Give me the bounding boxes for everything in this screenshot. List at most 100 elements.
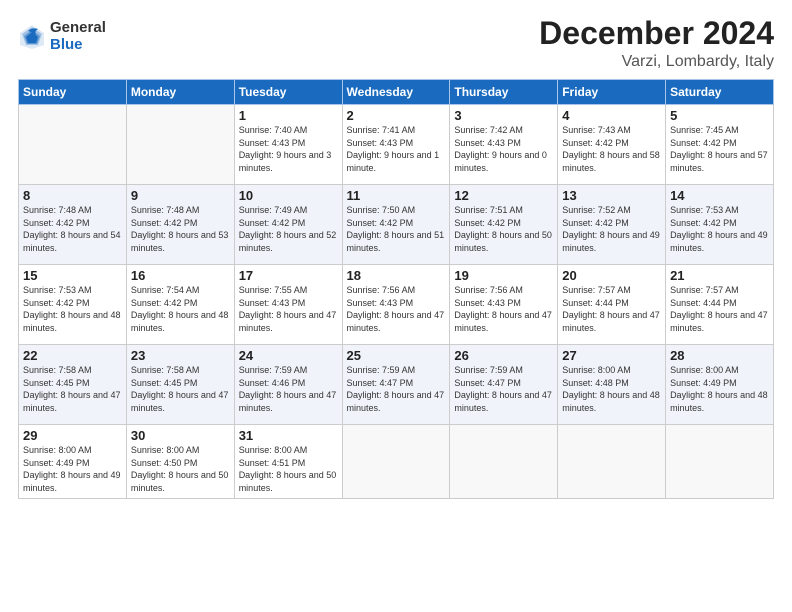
table-cell (450, 425, 558, 498)
table-cell: 29 Sunrise: 8:00 AM Sunset: 4:49 PM Dayli… (19, 425, 127, 498)
day-number: 9 (131, 188, 230, 203)
day-info: Sunrise: 7:48 AM Sunset: 4:42 PM Dayligh… (23, 205, 121, 253)
col-thursday: Thursday (450, 80, 558, 105)
day-info: Sunrise: 7:42 AM Sunset: 4:43 PM Dayligh… (454, 125, 547, 173)
day-number: 27 (562, 348, 661, 363)
day-number: 21 (670, 268, 769, 283)
day-info: Sunrise: 8:00 AM Sunset: 4:48 PM Dayligh… (562, 365, 660, 413)
table-cell (666, 425, 774, 498)
day-info: Sunrise: 7:56 AM Sunset: 4:43 PM Dayligh… (347, 285, 445, 333)
day-number: 19 (454, 268, 553, 283)
table-cell: 21 Sunrise: 7:57 AM Sunset: 4:44 PM Dayli… (666, 265, 774, 345)
day-number: 16 (131, 268, 230, 283)
table-cell: 10 Sunrise: 7:49 AM Sunset: 4:42 PM Dayli… (234, 185, 342, 265)
day-number: 2 (347, 108, 446, 123)
day-info: Sunrise: 7:57 AM Sunset: 4:44 PM Dayligh… (562, 285, 660, 333)
table-cell: 26 Sunrise: 7:59 AM Sunset: 4:47 PM Dayli… (450, 345, 558, 425)
calendar-table: Sunday Monday Tuesday Wednesday Thursday… (18, 79, 774, 498)
day-number: 30 (131, 428, 230, 443)
table-cell: 23Sunrise: 7:58 AM Sunset: 4:45 PM Dayli… (126, 345, 234, 425)
calendar-body: 1 Sunrise: 7:40 AM Sunset: 4:43 PM Daylig… (19, 105, 774, 498)
day-info: Sunrise: 7:57 AM Sunset: 4:44 PM Dayligh… (670, 285, 768, 333)
calendar-header: Sunday Monday Tuesday Wednesday Thursday… (19, 80, 774, 105)
col-wednesday: Wednesday (342, 80, 450, 105)
day-info: Sunrise: 7:59 AM Sunset: 4:47 PM Dayligh… (454, 365, 552, 413)
day-info: Sunrise: 7:58 AM Sunset: 4:45 PM Dayligh… (131, 365, 229, 413)
table-cell: 20 Sunrise: 7:57 AM Sunset: 4:44 PM Dayli… (558, 265, 666, 345)
table-cell: 28 Sunrise: 8:00 AM Sunset: 4:49 PM Dayli… (666, 345, 774, 425)
day-number: 31 (239, 428, 338, 443)
table-cell: 5Sunrise: 7:45 AM Sunset: 4:42 PM Daylig… (666, 105, 774, 185)
day-number: 28 (670, 348, 769, 363)
day-number: 17 (239, 268, 338, 283)
day-info: Sunrise: 7:54 AM Sunset: 4:42 PM Dayligh… (131, 285, 229, 333)
day-number: 25 (347, 348, 446, 363)
day-number: 26 (454, 348, 553, 363)
day-number: 24 (239, 348, 338, 363)
day-number: 14 (670, 188, 769, 203)
day-number: 18 (347, 268, 446, 283)
day-number: 1 (239, 108, 338, 123)
day-number: 13 (562, 188, 661, 203)
logo-text: General Blue (50, 20, 106, 53)
table-cell (342, 425, 450, 498)
table-cell: 8 Sunrise: 7:48 AM Sunset: 4:42 PM Daylig… (19, 185, 127, 265)
day-info: Sunrise: 7:55 AM Sunset: 4:43 PM Dayligh… (239, 285, 337, 333)
day-info: Sunrise: 7:56 AM Sunset: 4:43 PM Dayligh… (454, 285, 552, 333)
day-number: 8 (23, 188, 122, 203)
table-cell: 22Sunrise: 7:58 AM Sunset: 4:45 PM Dayli… (19, 345, 127, 425)
table-cell: 14Sunrise: 7:53 AM Sunset: 4:42 PM Dayli… (666, 185, 774, 265)
table-cell: 9 Sunrise: 7:48 AM Sunset: 4:42 PM Daylig… (126, 185, 234, 265)
day-number: 29 (23, 428, 122, 443)
title-block: December 2024 Varzi, Lombardy, Italy (539, 16, 774, 71)
header: General Blue December 2024 Varzi, Lombar… (18, 16, 774, 71)
logo: General Blue (18, 20, 106, 53)
table-cell: 16 Sunrise: 7:54 AM Sunset: 4:42 PM Dayli… (126, 265, 234, 345)
table-cell: 30 Sunrise: 8:00 AM Sunset: 4:50 PM Dayli… (126, 425, 234, 498)
table-cell: 1 Sunrise: 7:40 AM Sunset: 4:43 PM Daylig… (234, 105, 342, 185)
table-cell: 24Sunrise: 7:59 AM Sunset: 4:46 PM Dayli… (234, 345, 342, 425)
day-number: 11 (347, 188, 446, 203)
table-cell: 15 Sunrise: 7:53 AM Sunset: 4:42 PM Dayli… (19, 265, 127, 345)
day-number: 12 (454, 188, 553, 203)
table-cell: 12Sunrise: 7:51 AM Sunset: 4:42 PM Dayli… (450, 185, 558, 265)
logo-general: General (50, 20, 106, 37)
col-saturday: Saturday (666, 80, 774, 105)
day-number: 15 (23, 268, 122, 283)
day-number: 20 (562, 268, 661, 283)
logo-icon (18, 23, 46, 51)
table-cell: 25Sunrise: 7:59 AM Sunset: 4:47 PM Dayli… (342, 345, 450, 425)
table-cell: 13 Sunrise: 7:52 AM Sunset: 4:42 PM Dayli… (558, 185, 666, 265)
col-tuesday: Tuesday (234, 80, 342, 105)
table-cell: 19 Sunrise: 7:56 AM Sunset: 4:43 PM Dayli… (450, 265, 558, 345)
col-sunday: Sunday (19, 80, 127, 105)
day-info: Sunrise: 7:58 AM Sunset: 4:45 PM Dayligh… (23, 365, 121, 413)
header-row: Sunday Monday Tuesday Wednesday Thursday… (19, 80, 774, 105)
page: General Blue December 2024 Varzi, Lombar… (0, 0, 792, 612)
table-cell: 3 Sunrise: 7:42 AM Sunset: 4:43 PM Daylig… (450, 105, 558, 185)
day-info: Sunrise: 8:00 AM Sunset: 4:49 PM Dayligh… (670, 365, 768, 413)
table-cell: 17 Sunrise: 7:55 AM Sunset: 4:43 PM Dayli… (234, 265, 342, 345)
logo-blue: Blue (50, 37, 106, 54)
table-cell: 31 Sunrise: 8:00 AM Sunset: 4:51 PM Dayli… (234, 425, 342, 498)
day-info: Sunrise: 7:52 AM Sunset: 4:42 PM Dayligh… (562, 205, 660, 253)
day-info: Sunrise: 8:00 AM Sunset: 4:49 PM Dayligh… (23, 445, 121, 493)
table-cell: 4 Sunrise: 7:43 AM Sunset: 4:42 PM Daylig… (558, 105, 666, 185)
day-info: Sunrise: 7:53 AM Sunset: 4:42 PM Dayligh… (23, 285, 121, 333)
day-info: Sunrise: 8:00 AM Sunset: 4:50 PM Dayligh… (131, 445, 229, 493)
day-info: Sunrise: 7:40 AM Sunset: 4:43 PM Dayligh… (239, 125, 332, 173)
col-friday: Friday (558, 80, 666, 105)
location-title: Varzi, Lombardy, Italy (539, 53, 774, 71)
col-monday: Monday (126, 80, 234, 105)
day-number: 4 (562, 108, 661, 123)
table-cell: 18 Sunrise: 7:56 AM Sunset: 4:43 PM Dayli… (342, 265, 450, 345)
day-number: 10 (239, 188, 338, 203)
table-cell (126, 105, 234, 185)
day-info: Sunrise: 7:49 AM Sunset: 4:42 PM Dayligh… (239, 205, 337, 253)
day-info: Sunrise: 8:00 AM Sunset: 4:51 PM Dayligh… (239, 445, 337, 493)
day-info: Sunrise: 7:43 AM Sunset: 4:42 PM Dayligh… (562, 125, 660, 173)
table-cell (558, 425, 666, 498)
day-info: Sunrise: 7:48 AM Sunset: 4:42 PM Dayligh… (131, 205, 229, 253)
day-info: Sunrise: 7:50 AM Sunset: 4:42 PM Dayligh… (347, 205, 445, 253)
day-number: 3 (454, 108, 553, 123)
